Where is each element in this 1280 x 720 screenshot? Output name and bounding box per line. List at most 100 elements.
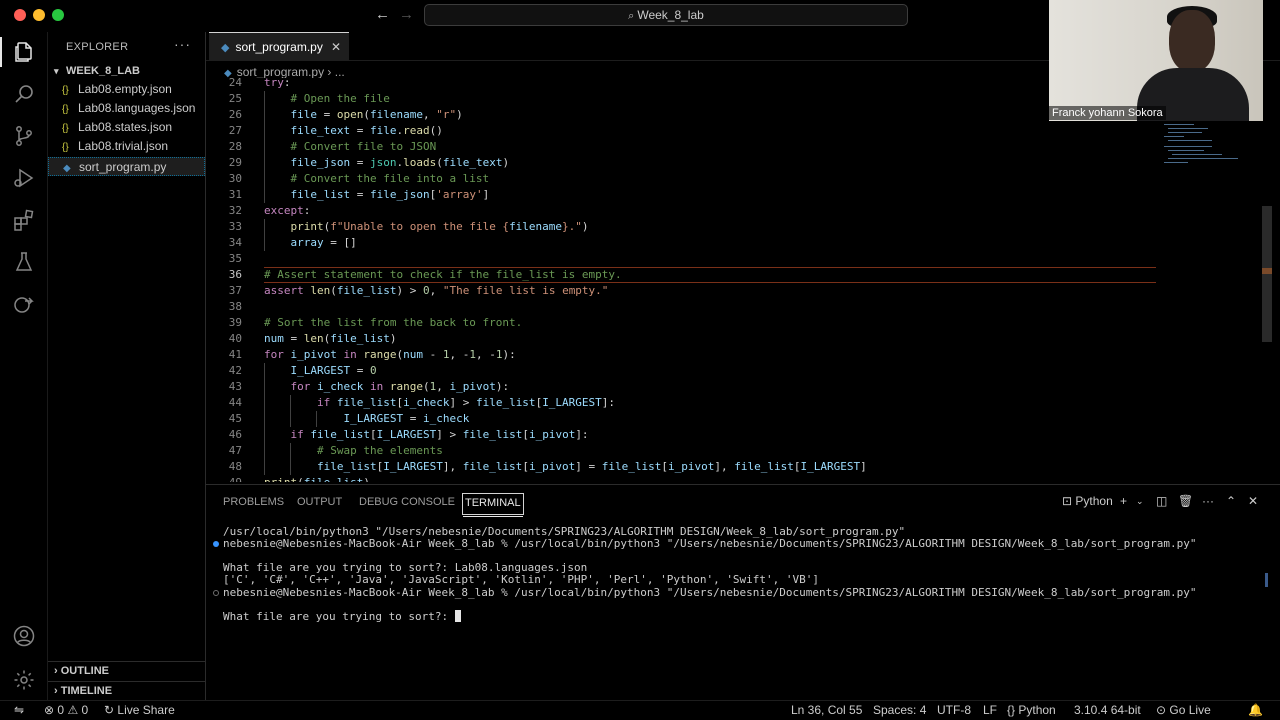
extensions-icon[interactable] [12, 208, 36, 232]
code-text: num = len(file_list) [264, 332, 397, 345]
minimap[interactable] [1162, 120, 1252, 170]
live-share-icon: ↻ [104, 703, 115, 717]
remote-icon[interactable]: ⇋ [14, 703, 24, 717]
close-window-button[interactable] [14, 9, 26, 21]
settings-gear-icon[interactable] [12, 668, 36, 692]
outline-section[interactable]: › OUTLINE [54, 665, 109, 677]
split-terminal-icon[interactable]: ◫ [1156, 494, 1167, 508]
maximize-window-button[interactable] [52, 9, 64, 21]
line-number: 42 [228, 364, 242, 377]
tab-output[interactable]: OUTPUT [297, 493, 342, 515]
more-actions-icon[interactable]: ··· [174, 36, 191, 52]
breadcrumb-file[interactable]: sort_program.py [237, 65, 324, 79]
file-item[interactable]: {} Lab08.languages.json [48, 99, 205, 118]
tab-debug-console[interactable]: DEBUG CONSOLE [359, 493, 455, 515]
timeline-section[interactable]: › TIMELINE [54, 685, 112, 697]
webcam-participant-name: Franck yohann Sokora [1049, 106, 1166, 120]
indentation-status[interactable]: Spaces: 4 [873, 703, 926, 717]
line-number: 33 [228, 220, 242, 233]
file-label: sort_program.py [79, 160, 167, 174]
workspace-folder[interactable]: ▾ WEEK_8_LAB [54, 65, 140, 77]
activity-bar [0, 32, 48, 700]
file-item[interactable]: {} Lab08.empty.json [48, 80, 205, 99]
live-share-status[interactable]: ↻ Live Share [104, 703, 175, 717]
command-success-decoration[interactable] [213, 541, 219, 547]
search-icon[interactable] [12, 82, 36, 106]
code-line: 49 print(file_list) [206, 475, 1262, 482]
code-text: except: [264, 204, 311, 217]
explorer-sidebar: EXPLORER ··· ▾ WEEK_8_LAB {} Lab08.empty.j… [48, 32, 206, 700]
python-interpreter[interactable]: 3.10.4 64-bit [1074, 703, 1141, 717]
testing-flask-icon[interactable] [12, 250, 36, 274]
code-line: 38 [206, 299, 1262, 315]
json-file-icon: {} [62, 123, 69, 134]
go-live-button[interactable]: ⊙ Go Live [1156, 703, 1211, 717]
notifications-bell-icon[interactable]: 🔔 [1248, 703, 1263, 717]
code-text: try: [264, 78, 291, 89]
breadcrumb-more[interactable]: ... [335, 65, 345, 79]
editor-scrollbar[interactable] [1262, 206, 1272, 342]
language-mode[interactable]: {} Python [1007, 703, 1056, 717]
terminal-scrollbar[interactable] [1265, 573, 1268, 587]
terminal-line: nebesnie@Nebesnies-MacBook-Air Week_8_la… [223, 586, 1197, 599]
line-number: 46 [228, 428, 242, 441]
warning-icon: ⚠ [67, 703, 79, 717]
code-text: file_json = json.loads(file_text) [290, 156, 510, 169]
command-center-search[interactable]: ⌕ Week_8_lab [424, 4, 908, 26]
go-live-label: Go Live [1169, 703, 1211, 717]
line-number: 25 [228, 92, 242, 105]
python-file-icon: ◆ [221, 42, 230, 54]
terminal-output[interactable]: /usr/local/bin/python3 "/Users/nebesnie/… [206, 525, 1268, 701]
search-label: Week_8_lab [637, 8, 704, 22]
code-line: 34 array = [] [206, 235, 1262, 251]
tab-problems[interactable]: PROBLEMS [223, 493, 284, 515]
file-label: Lab08.states.json [78, 120, 173, 134]
explorer-files-icon[interactable] [12, 40, 36, 64]
file-item[interactable]: {} Lab08.states.json [48, 118, 205, 137]
code-line: 35 [206, 251, 1262, 267]
bottom-panel: PROBLEMS OUTPUT DEBUG CONSOLE TERMINAL ⊡… [206, 484, 1280, 700]
code-line: 37 assert len(file_list) > 0, "The file l… [206, 283, 1262, 299]
minimize-window-button[interactable] [33, 9, 45, 21]
encoding-status[interactable]: UTF-8 [937, 703, 971, 717]
chevron-down-icon[interactable]: ⌄ [1136, 496, 1144, 507]
shell-label: Python [1075, 494, 1113, 508]
code-line: 42 I_LARGEST = 0 [206, 363, 1262, 379]
cursor-position[interactable]: Ln 36, Col 55 [791, 703, 862, 717]
problems-status[interactable]: ⊗ 0 ⚠ 0 [44, 703, 88, 717]
run-debug-icon[interactable] [12, 166, 36, 190]
account-icon[interactable] [12, 624, 36, 648]
code-line: 39 # Sort the list from the back to front… [206, 315, 1262, 331]
code-text: print(f"Unable to open the file {filenam… [290, 220, 589, 233]
forward-arrow-icon[interactable]: → [399, 6, 414, 23]
line-number: 44 [228, 396, 242, 409]
live-share-icon[interactable] [12, 292, 36, 316]
code-line: 41 for i_pivot in range(num - 1, -1, -1): [206, 347, 1262, 363]
search-icon: ⌕ [628, 10, 635, 22]
terminal-shell-selector[interactable]: ⊡ Python [1062, 494, 1113, 508]
maximize-panel-icon[interactable]: ⌃ [1226, 494, 1236, 508]
close-panel-icon[interactable]: ✕ [1248, 494, 1258, 508]
live-share-label: Live Share [117, 703, 175, 717]
source-control-icon[interactable] [12, 124, 36, 148]
new-terminal-plus-icon[interactable]: + [1120, 494, 1127, 508]
code-line: 40 num = len(file_list) [206, 331, 1262, 347]
trash-icon[interactable]: 🗑 [1178, 494, 1193, 508]
editor-tab[interactable]: ◆ sort_program.py ✕ [209, 32, 349, 61]
close-icon[interactable]: ✕ [331, 33, 341, 61]
code-line: 27 file_text = file.read() [206, 123, 1262, 139]
eol-status[interactable]: LF [983, 703, 997, 717]
back-arrow-icon[interactable]: ← [375, 6, 390, 23]
file-label: Lab08.languages.json [78, 101, 196, 115]
code-editor[interactable]: 24 try: 25 # Open the file 26 file = open… [206, 78, 1262, 482]
code-line: 47 # Swap the elements [206, 443, 1262, 459]
line-number: 38 [228, 300, 242, 313]
more-actions-icon[interactable]: ··· [1202, 494, 1214, 508]
file-item-active[interactable]: ◆ sort_program.py [48, 157, 205, 176]
command-pending-decoration[interactable] [213, 590, 219, 596]
file-item[interactable]: {} Lab08.trivial.json [48, 137, 205, 156]
code-text: file = open(filename, "r") [290, 108, 463, 121]
code-line: 32 except: [206, 203, 1262, 219]
file-label: Lab08.trivial.json [78, 139, 169, 153]
tab-terminal[interactable]: TERMINAL [462, 493, 524, 517]
